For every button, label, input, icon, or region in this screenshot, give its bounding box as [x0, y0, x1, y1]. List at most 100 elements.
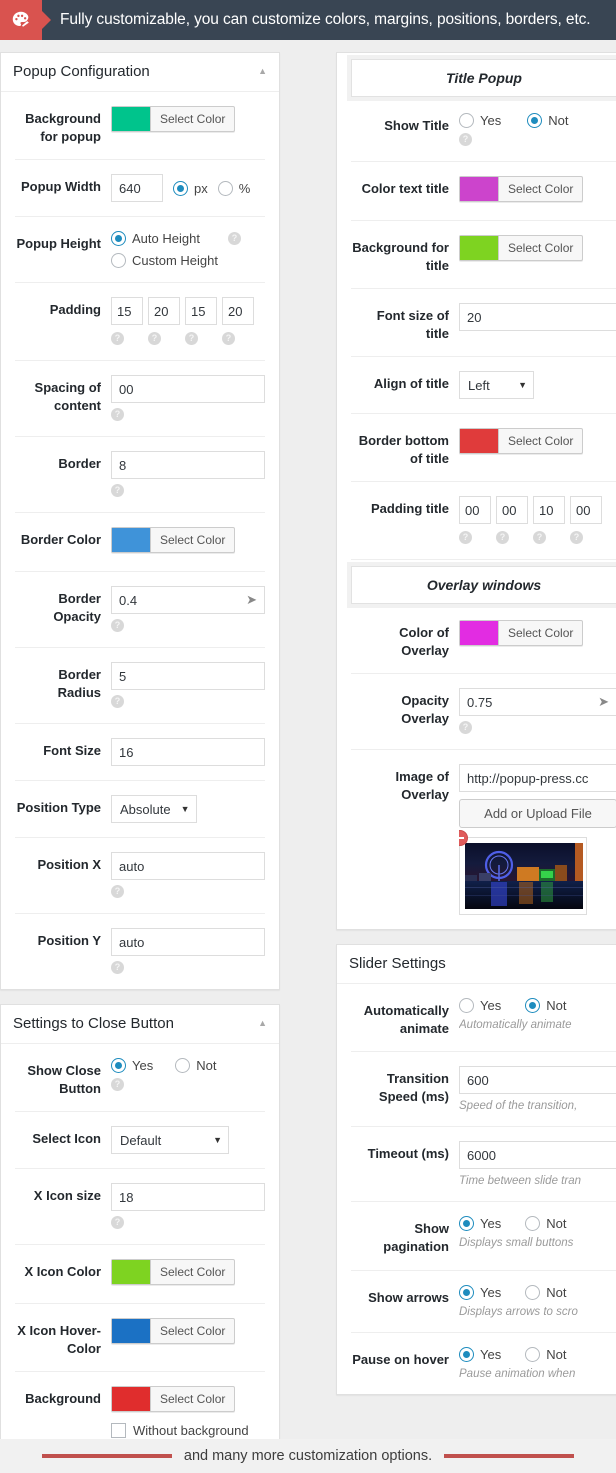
- radio-auto-animate-not[interactable]: Not: [525, 998, 567, 1014]
- radio-show-arrows-yes[interactable]: Yes: [459, 1284, 501, 1300]
- row-color-of-overlay: Color of Overlay Select Color: [351, 606, 616, 675]
- border-input[interactable]: 8: [111, 451, 265, 480]
- radio-unit-px[interactable]: px: [173, 180, 208, 196]
- radio-show-close-yes[interactable]: Yes: [111, 1058, 153, 1074]
- help-icon[interactable]: ?: [496, 531, 509, 545]
- radio-show-title-yes[interactable]: Yes: [459, 113, 501, 128]
- position-type-select[interactable]: Absolute ▼: [111, 795, 197, 824]
- help-icon[interactable]: ?: [111, 1078, 124, 1092]
- help-icon[interactable]: ?: [111, 332, 124, 346]
- panel-header-slider-settings[interactable]: Slider Settings: [337, 945, 616, 985]
- color-picker-border-bottom-title[interactable]: Select Color: [459, 428, 584, 455]
- radio-show-pagination-not[interactable]: Not: [525, 1216, 566, 1232]
- color-picker-color-overlay[interactable]: Select Color: [459, 620, 584, 647]
- label-position-y: Position Y: [37, 933, 101, 949]
- radio-label-yes: Yes: [480, 1346, 502, 1362]
- color-picker-x-icon-color[interactable]: Select Color: [111, 1259, 236, 1286]
- select-color-label: Select Color: [150, 1387, 234, 1412]
- color-picker-x-icon-hover-color[interactable]: Select Color: [111, 1318, 236, 1345]
- help-icon[interactable]: ?: [111, 1216, 124, 1230]
- spacing-of-content-input[interactable]: 00: [111, 375, 265, 404]
- transition-speed-input[interactable]: 600: [459, 1066, 616, 1095]
- slider-handle-icon[interactable]: ➤: [246, 592, 257, 608]
- row-border: Border 8 ?: [15, 437, 265, 514]
- caret-up-icon[interactable]: ▲: [258, 67, 267, 76]
- font-size-input[interactable]: 16: [111, 738, 265, 767]
- help-icon[interactable]: ?: [111, 695, 124, 709]
- color-picker-background-popup[interactable]: Select Color: [111, 106, 236, 132]
- popup-width-input[interactable]: 640: [111, 174, 163, 203]
- padding-left-input[interactable]: 20: [222, 297, 254, 326]
- help-icon[interactable]: ?: [459, 531, 472, 545]
- panel-popup-configuration: Popup Configuration ▲ Background for pop…: [0, 52, 280, 991]
- help-icon[interactable]: ?: [570, 531, 583, 545]
- radio-icon: [527, 113, 543, 128]
- padding-title-right-input[interactable]: 00: [496, 496, 528, 525]
- border-opacity-input[interactable]: 0.4 ➤: [111, 586, 265, 615]
- slider-handle-icon[interactable]: ➤: [598, 694, 609, 710]
- color-picker-background-title[interactable]: Select Color: [459, 235, 584, 261]
- select-icon-select[interactable]: Default ▼: [111, 1126, 229, 1155]
- color-picker-border-color[interactable]: Select Color: [111, 527, 236, 554]
- label-background-for-title: Background for title: [352, 240, 449, 273]
- description-timeout: Time between slide tran: [459, 1175, 581, 1188]
- padding-title-bottom-input[interactable]: 10: [533, 496, 565, 525]
- chevron-down-icon: ▼: [518, 380, 527, 391]
- radio-label-px: px: [194, 180, 208, 196]
- radio-pause-on-hover-not[interactable]: Not: [525, 1346, 566, 1362]
- radio-custom-height[interactable]: Custom Height: [111, 253, 218, 269]
- help-icon[interactable]: ?: [459, 721, 472, 735]
- radio-label-not: Not: [546, 998, 567, 1014]
- help-icon[interactable]: ?: [185, 332, 198, 346]
- row-font-size-of-title: Font size of title 20: [351, 289, 616, 358]
- caret-up-icon[interactable]: ▲: [258, 1019, 267, 1028]
- help-icon[interactable]: ?: [111, 961, 124, 975]
- help-icon[interactable]: ?: [227, 232, 241, 246]
- color-picker-close-background[interactable]: Select Color: [111, 1386, 236, 1413]
- radio-show-pagination-yes[interactable]: Yes: [459, 1216, 501, 1232]
- radio-label-not: Not: [548, 113, 569, 128]
- help-icon[interactable]: ?: [533, 531, 546, 545]
- border-radius-input[interactable]: 5: [111, 662, 265, 691]
- position-y-input[interactable]: auto: [111, 928, 265, 957]
- position-x-input[interactable]: auto: [111, 852, 265, 881]
- image-overlay-url-input[interactable]: http://popup-press.cc: [459, 764, 616, 793]
- add-or-upload-file-button[interactable]: Add or Upload File: [459, 799, 616, 829]
- help-icon[interactable]: ?: [111, 408, 124, 422]
- padding-top-input[interactable]: 15: [111, 297, 143, 326]
- color-picker-color-text-title[interactable]: Select Color: [459, 176, 584, 202]
- help-icon[interactable]: ?: [148, 332, 161, 346]
- checkbox-without-background[interactable]: Without background: [111, 1423, 265, 1439]
- palette-icon: [12, 11, 29, 27]
- radio-label-custom-height: Custom Height: [132, 253, 218, 269]
- radio-unit-percent[interactable]: %: [217, 180, 250, 196]
- radio-show-arrows-not[interactable]: Not: [525, 1284, 566, 1300]
- padding-right-input[interactable]: 20: [148, 297, 180, 326]
- help-icon[interactable]: ?: [111, 885, 124, 899]
- help-icon[interactable]: ?: [222, 332, 235, 346]
- opacity-overlay-input[interactable]: 0.75 ➤: [459, 688, 616, 717]
- checkbox-icon: [111, 1423, 126, 1439]
- align-title-value: Left: [468, 377, 490, 393]
- panel-header-popup-configuration[interactable]: Popup Configuration ▲: [1, 53, 279, 92]
- padding-title-top-input[interactable]: 00: [459, 496, 491, 525]
- radio-show-title-not[interactable]: Not: [527, 113, 568, 128]
- x-icon-size-input[interactable]: 18: [111, 1183, 265, 1212]
- label-color-of-overlay: Color of Overlay: [399, 625, 449, 658]
- align-title-select[interactable]: Left ▼: [459, 371, 534, 400]
- help-icon[interactable]: ?: [111, 619, 124, 633]
- label-border-radius: Border Radius: [57, 667, 101, 700]
- help-icon[interactable]: ?: [459, 133, 472, 146]
- select-color-label: Select Color: [498, 177, 582, 201]
- padding-title-left-input[interactable]: 00: [570, 496, 602, 525]
- help-icon[interactable]: ?: [111, 484, 124, 498]
- radio-auto-animate-yes[interactable]: Yes: [459, 998, 501, 1014]
- radio-pause-on-hover-yes[interactable]: Yes: [459, 1346, 502, 1362]
- font-size-title-input[interactable]: 20: [459, 303, 616, 332]
- padding-bottom-input[interactable]: 15: [185, 297, 217, 326]
- timeout-input[interactable]: 6000: [459, 1141, 616, 1170]
- radio-icon: [525, 1216, 541, 1232]
- panel-header-close-button-settings[interactable]: Settings to Close Button ▲: [1, 1005, 279, 1045]
- radio-auto-height[interactable]: Auto Height: [111, 231, 218, 247]
- radio-show-close-not[interactable]: Not: [175, 1058, 216, 1074]
